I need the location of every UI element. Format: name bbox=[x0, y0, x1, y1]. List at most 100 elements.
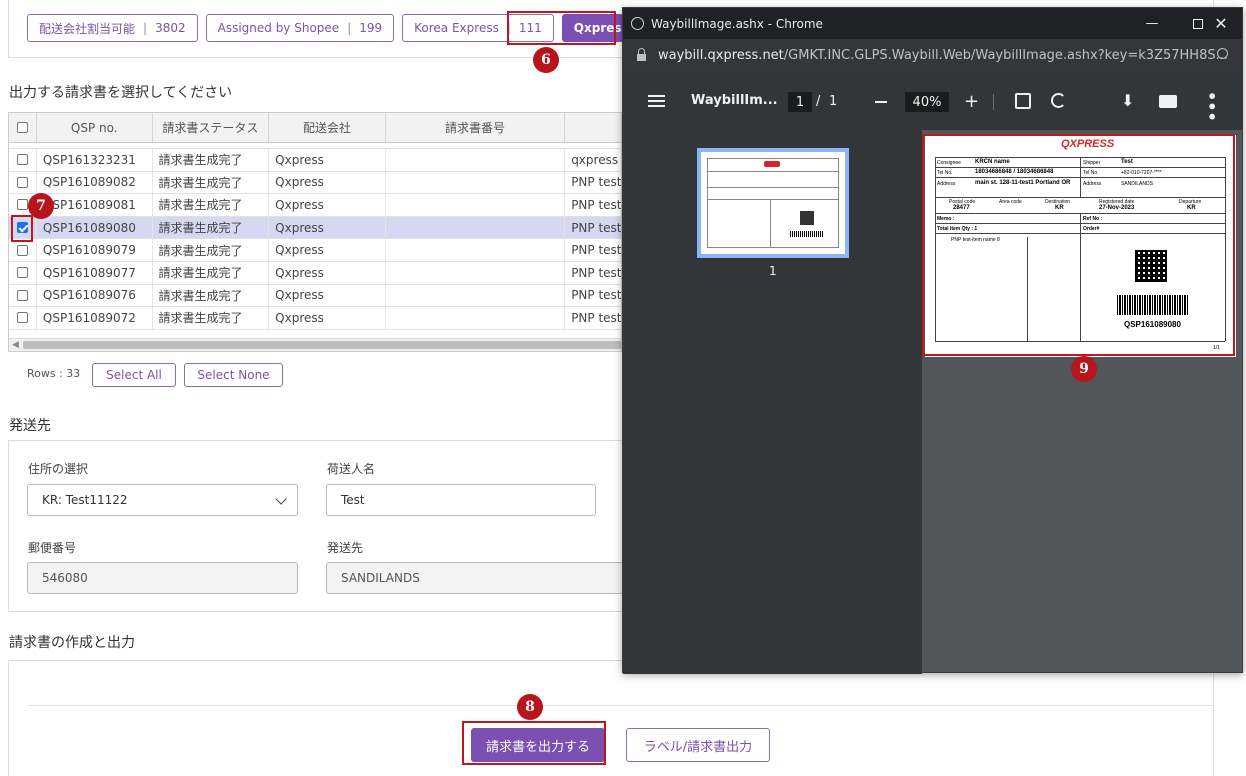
table-row[interactable]: QSP161089081請求書生成完了Qxpress PNP test-ite bbox=[9, 194, 621, 217]
page-thumbnail[interactable] bbox=[697, 148, 849, 258]
table-row[interactable]: QSP161089082請求書生成完了Qxpress PNP test-ite bbox=[9, 171, 621, 195]
carrier-tab-count: 3802 bbox=[155, 21, 186, 35]
row-checkbox[interactable] bbox=[16, 312, 28, 324]
cell-invoice-no bbox=[386, 194, 566, 216]
page-separator: / bbox=[816, 94, 821, 109]
row-checkbox[interactable] bbox=[16, 289, 28, 301]
url-host: waybill.qxpress.net bbox=[658, 47, 784, 63]
page-total: 1 bbox=[829, 94, 838, 109]
row-checkbox-cell bbox=[9, 307, 37, 329]
cell-status: 請求書生成完了 bbox=[153, 171, 270, 194]
page-number-input[interactable]: 1 bbox=[788, 92, 812, 112]
header-status[interactable]: 請求書ステータス bbox=[153, 113, 270, 142]
carrier-tab-label: 配送会社割当可能 bbox=[39, 21, 136, 36]
row-checkbox[interactable] bbox=[16, 199, 28, 211]
row-checkbox-cell bbox=[9, 171, 37, 194]
row-checkbox[interactable] bbox=[16, 267, 28, 279]
thumb-barcode bbox=[790, 231, 824, 237]
sender-input[interactable]: Test bbox=[326, 484, 596, 516]
cell-item: PNP test-ite bbox=[571, 243, 621, 258]
carrier-tab-label: Assigned by Shopee bbox=[217, 21, 340, 35]
cell-item: PNP test-ite bbox=[571, 310, 621, 325]
zip-input[interactable]: 546080 bbox=[27, 562, 298, 594]
zoom-in-icon[interactable]: + bbox=[964, 93, 979, 111]
cell-invoice-no bbox=[386, 239, 566, 261]
output-panel bbox=[8, 660, 1214, 776]
table-row[interactable]: QSP161089076請求書生成完了Qxpress PNP test-ite bbox=[9, 284, 621, 308]
cell-status: 請求書生成完了 bbox=[153, 194, 270, 216]
output-divider bbox=[28, 705, 1214, 706]
table-row[interactable]: QSP161323231請求書生成完了Qxpress qxpress tes bbox=[9, 149, 621, 172]
select-all-button[interactable]: Select All bbox=[92, 363, 176, 387]
sender-label: 荷送人名 bbox=[327, 462, 376, 476]
grid-horizontal-scrollbar[interactable]: ◀ bbox=[9, 338, 621, 351]
fit-page-icon[interactable] bbox=[1015, 93, 1031, 109]
label-invoice-output-button[interactable]: ラベル/請求書出力 bbox=[626, 728, 770, 762]
header-qsp[interactable]: QSP no. bbox=[37, 113, 153, 142]
table-row[interactable]: QSP161089080請求書生成完了Qxpress PNP test-ite bbox=[9, 216, 621, 240]
download-icon[interactable]: ⬇ bbox=[1121, 91, 1134, 110]
print-icon[interactable] bbox=[1159, 95, 1177, 108]
step-badge-8: 8 bbox=[517, 694, 543, 720]
row-checkbox[interactable] bbox=[16, 244, 28, 256]
row-checkbox-cell bbox=[9, 261, 37, 284]
header-item[interactable] bbox=[565, 113, 621, 142]
globe-icon bbox=[631, 17, 644, 30]
zip-label: 郵便番号 bbox=[28, 541, 77, 555]
minimize-button[interactable]: — bbox=[1129, 8, 1175, 39]
cell-carrier: Qxpress bbox=[269, 149, 386, 171]
carrier-tab-assignable[interactable]: 配送会社割当可能 | 3802 bbox=[27, 14, 198, 42]
rotate-icon[interactable] bbox=[1051, 93, 1066, 108]
scroll-left-icon[interactable]: ◀ bbox=[12, 340, 19, 350]
header-carrier[interactable]: 配送会社 bbox=[269, 113, 386, 142]
row-checkbox[interactable] bbox=[16, 154, 28, 166]
step-badge-9: 9 bbox=[1071, 356, 1097, 382]
step-badge-6: 6 bbox=[533, 47, 559, 73]
cell-status: 請求書生成完了 bbox=[153, 307, 270, 329]
highlight-waybill bbox=[922, 134, 1235, 356]
lock-icon bbox=[637, 47, 646, 61]
cell-status: 請求書生成完了 bbox=[153, 284, 270, 307]
menu-icon[interactable] bbox=[648, 95, 665, 107]
header-checkbox-cell bbox=[9, 113, 37, 142]
popup-title: WaybillImage.ashx - Chrome bbox=[651, 16, 823, 31]
grid-body: QSP161323231請求書生成完了Qxpressqxpress tesQSP… bbox=[9, 143, 621, 339]
zoom-icon[interactable] bbox=[1217, 48, 1228, 59]
scrollbar-thumb[interactable] bbox=[23, 341, 621, 349]
address-bar[interactable]: waybill.qxpress.net/GMKT.INC.GLPS.Waybil… bbox=[623, 39, 1242, 71]
table-row[interactable]: QSP161089077請求書生成完了Qxpress PNP test-ite bbox=[9, 261, 621, 285]
select-all-checkbox[interactable] bbox=[16, 122, 28, 133]
cell-invoice-no bbox=[386, 171, 566, 194]
thumb-line bbox=[770, 199, 771, 247]
cell-carrier: Qxpress bbox=[269, 194, 386, 216]
url-path: /GMKT.INC.GLPS.Waybill.Web/WaybillImage.… bbox=[783, 47, 1228, 63]
row-checkbox[interactable] bbox=[16, 176, 28, 188]
cell-item: PNP test-ite bbox=[571, 265, 621, 280]
more-options-icon[interactable]: ••• bbox=[1202, 91, 1221, 122]
table-row[interactable]: QSP161089072請求書生成完了Qxpress PNP test-ite bbox=[9, 307, 621, 330]
highlight-checkbox bbox=[11, 215, 33, 242]
carrier-tab-shopee[interactable]: Assigned by Shopee | 199 bbox=[205, 14, 395, 42]
zoom-out-icon[interactable] bbox=[875, 101, 887, 103]
invoice-section-title: 出力する請求書を選択してください bbox=[9, 85, 233, 101]
cell-invoice-no bbox=[386, 261, 566, 284]
zoom-level-input[interactable]: 40% bbox=[905, 92, 949, 112]
cell-carrier: Qxpress bbox=[269, 216, 386, 239]
table-row[interactable]: QSP161089079請求書生成完了Qxpress PNP test-ite bbox=[9, 239, 621, 262]
toolbar-divider bbox=[993, 94, 994, 110]
cell-status: 請求書生成完了 bbox=[153, 261, 270, 284]
cell-item: PNP test-ite bbox=[571, 288, 621, 303]
address-select[interactable]: KR: Test11122 bbox=[27, 484, 298, 516]
close-button[interactable]: ✕ bbox=[1198, 8, 1244, 39]
select-none-button[interactable]: Select None bbox=[184, 363, 283, 387]
thumb-logo bbox=[764, 161, 780, 167]
header-invoice-no[interactable]: 請求書番号 bbox=[386, 113, 566, 142]
thumb-line bbox=[708, 187, 838, 188]
cell-carrier: Qxpress bbox=[269, 284, 386, 307]
url-text: waybill.qxpress.net/GMKT.INC.GLPS.Waybil… bbox=[658, 48, 1228, 63]
cell-item: PNP test-ite bbox=[571, 220, 621, 235]
cell-qsp: QSP161089076 bbox=[37, 284, 153, 307]
rows-count: Rows : 33 bbox=[27, 367, 81, 380]
cell-item: PNP test-ite bbox=[571, 197, 621, 212]
dest-input[interactable]: SANDILANDS bbox=[326, 562, 622, 594]
